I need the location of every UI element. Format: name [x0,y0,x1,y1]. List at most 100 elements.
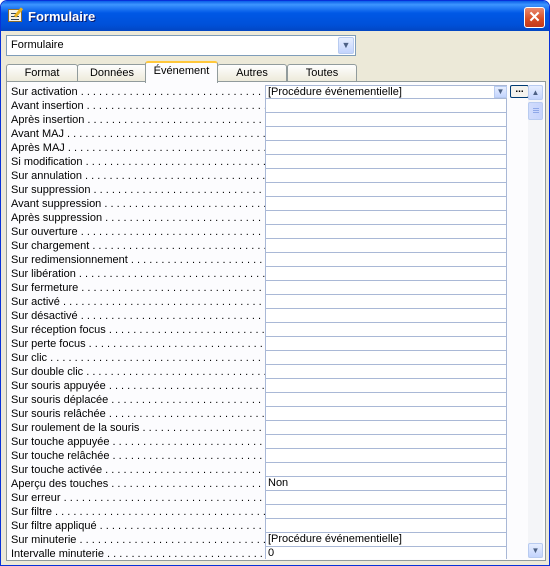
leader-dots: . . . . . . . . . . . . . . . . . . . . … [111,478,265,490]
property-row[interactable]: Sur activé . . . . . . . . . . . . . . .… [10,295,531,309]
property-value[interactable] [265,351,507,365]
chevron-down-icon[interactable]: ▼ [494,86,507,98]
property-row[interactable]: Après suppression . . . . . . . . . . . … [10,211,531,225]
tab-autres[interactable]: Autres [217,64,287,82]
property-value[interactable] [265,421,507,435]
scroll-up-icon[interactable]: ▲ [528,85,543,100]
property-value[interactable] [265,393,507,407]
property-value[interactable] [265,197,507,211]
property-row[interactable]: Sur libération . . . . . . . . . . . . .… [10,267,531,281]
property-row[interactable]: Sur touche relâchée . . . . . . . . . . … [10,449,531,463]
tab-toutes[interactable]: Toutes [287,64,357,82]
leader-dots: . . . . . . . . . . . . . . . . . . . . … [105,212,265,224]
property-value[interactable] [265,141,507,155]
property-label-text: Sur redimensionnement [11,254,128,266]
property-value[interactable] [265,435,507,449]
property-label-text: Sur perte focus [11,338,86,350]
property-label-text: Sur roulement de la souris [11,422,140,434]
window-title: Formulaire [28,9,96,24]
property-row[interactable]: Sur perte focus . . . . . . . . . . . . … [10,337,531,351]
property-value[interactable] [265,491,507,505]
property-row[interactable]: Après MAJ . . . . . . . . . . . . . . . … [10,141,531,155]
property-value[interactable]: [Procédure événementielle] [265,85,507,99]
property-value[interactable] [265,463,507,477]
property-row[interactable]: Sur erreur . . . . . . . . . . . . . . .… [10,491,531,505]
property-row[interactable]: Sur ouverture . . . . . . . . . . . . . … [10,225,531,239]
property-label-text: Après suppression [11,212,103,224]
property-row[interactable]: Sur filtre . . . . . . . . . . . . . . .… [10,505,531,519]
property-row[interactable]: Avant MAJ . . . . . . . . . . . . . . . … [10,127,531,141]
property-value[interactable] [265,113,507,127]
scroll-down-icon[interactable]: ▼ [528,543,543,558]
property-row[interactable]: Sur clic . . . . . . . . . . . . . . . .… [10,351,531,365]
scroll-thumb[interactable] [528,102,543,120]
property-label: Sur perte focus . . . . . . . . . . . . … [10,337,265,351]
property-value[interactable] [265,323,507,337]
property-row[interactable]: Sur fermeture . . . . . . . . . . . . . … [10,281,531,295]
close-button[interactable]: ✕ [524,7,545,28]
property-row[interactable]: Sur souris déplacée . . . . . . . . . . … [10,393,531,407]
property-row[interactable]: Sur suppression . . . . . . . . . . . . … [10,183,531,197]
property-row[interactable]: Sur roulement de la souris . . . . . . .… [10,421,531,435]
property-label: Sur ouverture . . . . . . . . . . . . . … [10,225,265,239]
property-value[interactable]: Non [265,477,507,491]
property-row[interactable]: Sur réception focus . . . . . . . . . . … [10,323,531,337]
title-bar[interactable]: Formulaire ✕ [1,1,549,31]
tab-donnees[interactable]: Données [77,64,147,82]
property-value[interactable] [265,127,507,141]
property-row[interactable]: Sur souris appuyée . . . . . . . . . . .… [10,379,531,393]
property-row[interactable]: Sur désactivé . . . . . . . . . . . . . … [10,309,531,323]
property-value[interactable] [265,505,507,519]
property-row[interactable]: Sur redimensionnement . . . . . . . . . … [10,253,531,267]
property-value[interactable] [265,99,507,113]
property-row[interactable]: Sur filtre appliqué . . . . . . . . . . … [10,519,531,533]
tab-format[interactable]: Format [6,64,78,82]
property-value[interactable]: [Procédure événementielle] [265,533,507,547]
property-value[interactable] [265,225,507,239]
tab-evenement[interactable]: Événement [145,61,218,83]
property-value[interactable] [265,169,507,183]
property-value[interactable] [265,295,507,309]
property-row[interactable]: Sur activation . . . . . . . . . . . . .… [10,85,531,99]
property-value[interactable] [265,211,507,225]
leader-dots: . . . . . . . . . . . . . . . . . . . . … [85,156,265,168]
vertical-scrollbar[interactable]: ▲ ▼ [528,85,543,558]
property-row[interactable]: Si modification . . . . . . . . . . . . … [10,155,531,169]
property-row[interactable]: Avant suppression . . . . . . . . . . . … [10,197,531,211]
property-label-text: Sur activé [11,296,60,308]
property-row[interactable]: Aperçu des touches . . . . . . . . . . .… [10,477,531,491]
property-row[interactable]: Sur souris relâchée . . . . . . . . . . … [10,407,531,421]
property-value[interactable] [265,519,507,533]
property-row[interactable]: Sur annulation . . . . . . . . . . . . .… [10,169,531,183]
property-value[interactable] [265,155,507,169]
property-value[interactable] [265,407,507,421]
property-value[interactable] [265,253,507,267]
property-row[interactable]: Sur touche appuyée . . . . . . . . . . .… [10,435,531,449]
chevron-down-icon[interactable]: ▼ [338,37,354,54]
property-value[interactable] [265,281,507,295]
property-value[interactable] [265,379,507,393]
property-label: Intervalle minuterie . . . . . . . . . .… [10,547,265,559]
property-row[interactable]: Avant insertion . . . . . . . . . . . . … [10,99,531,113]
property-label-text: Sur souris déplacée [11,394,109,406]
property-label: Avant suppression . . . . . . . . . . . … [10,197,265,211]
property-value[interactable] [265,337,507,351]
leader-dots: . . . . . . . . . . . . . . . . . . . . … [104,198,265,210]
build-button[interactable]: ... [510,85,529,98]
property-value[interactable]: 0 [265,547,507,559]
property-row[interactable]: Sur touche activée . . . . . . . . . . .… [10,463,531,477]
property-value[interactable] [265,239,507,253]
property-value[interactable] [265,267,507,281]
property-row[interactable]: Sur chargement . . . . . . . . . . . . .… [10,239,531,253]
property-value[interactable] [265,365,507,379]
property-row[interactable]: Après insertion . . . . . . . . . . . . … [10,113,531,127]
property-row[interactable]: Intervalle minuterie . . . . . . . . . .… [10,547,531,559]
property-value[interactable] [265,183,507,197]
property-row[interactable]: Sur minuterie . . . . . . . . . . . . . … [10,533,531,547]
property-row[interactable]: Sur double clic . . . . . . . . . . . . … [10,365,531,379]
object-selector[interactable]: Formulaire ▼ [6,35,356,56]
property-label: Sur roulement de la souris . . . . . . .… [10,421,265,435]
property-value[interactable] [265,309,507,323]
property-label: Sur filtre appliqué . . . . . . . . . . … [10,519,265,533]
property-value[interactable] [265,449,507,463]
